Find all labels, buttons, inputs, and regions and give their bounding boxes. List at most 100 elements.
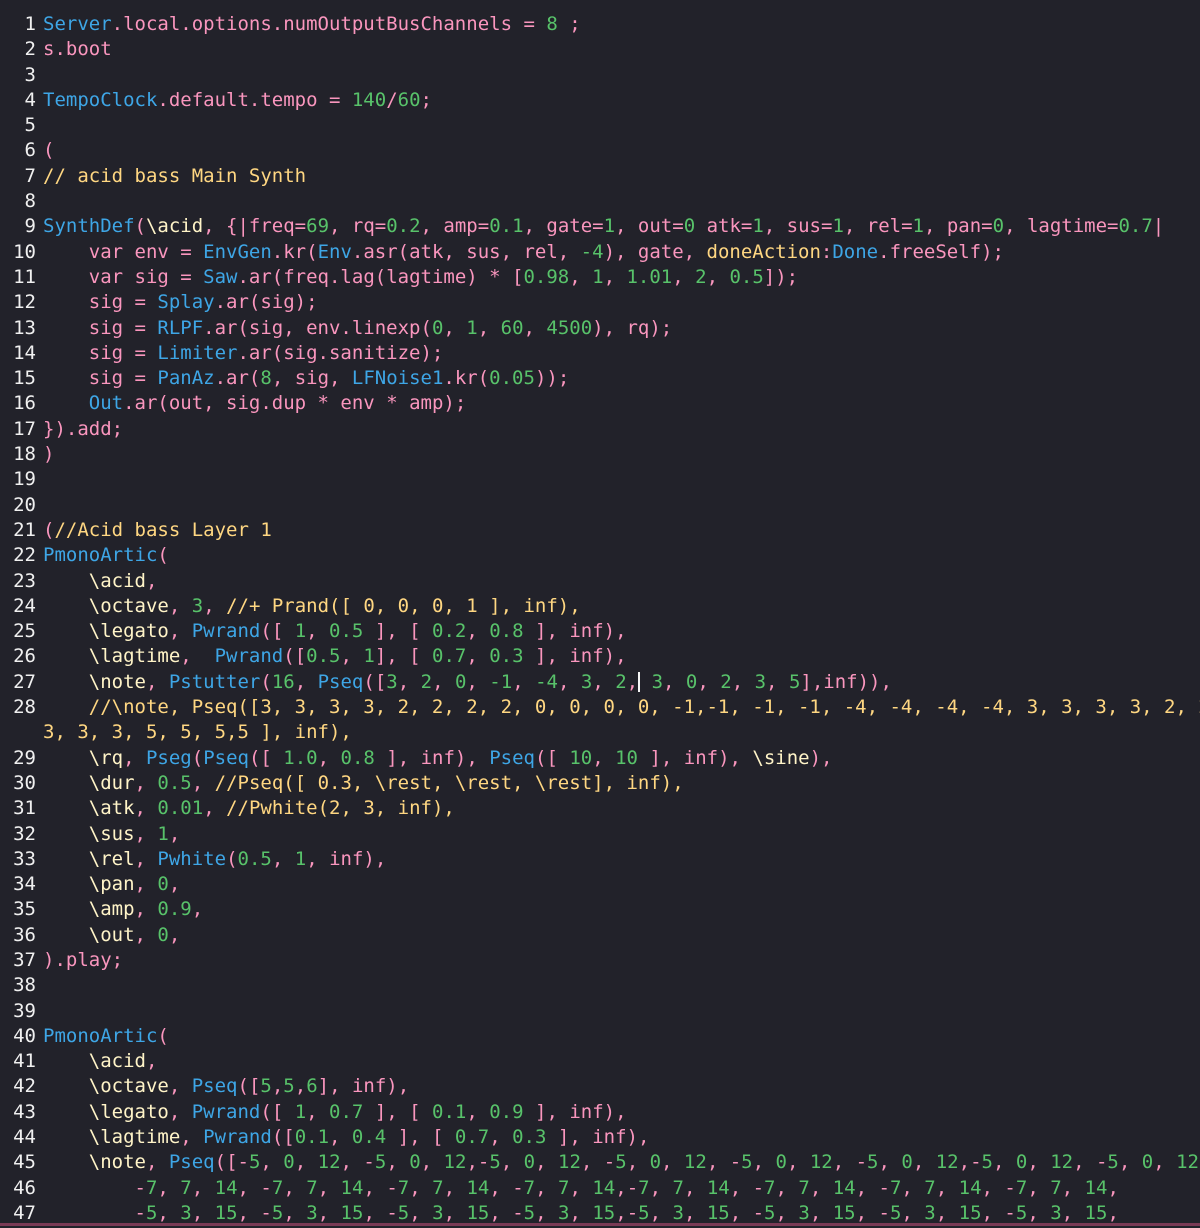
- code-token: ,: [306, 1100, 330, 1123]
- code-line[interactable]: 44 \lagtime, Pwrand([0.1, 0.4 ], [ 0.7, …: [0, 1125, 1200, 1150]
- code-token: ,: [661, 1151, 684, 1174]
- code-token: 3: [754, 670, 767, 693]
- code-area[interactable]: 1 Server.local.options.numOutputBusChanne…: [0, 12, 1200, 1226]
- code-line[interactable]: 25 \legato, Pwrand([ 1, 0.5 ], [ 0.2, 0.…: [0, 619, 1200, 644]
- code-line[interactable]: 14 sig = Limiter.ar(sig.sanitize);: [0, 341, 1200, 366]
- code-token: ,: [134, 847, 158, 870]
- code-line[interactable]: 5: [0, 113, 1200, 138]
- code-line[interactable]: 10 var env = EnvGen.kr(Env.asr(atk, sus,…: [0, 240, 1200, 265]
- line-number: 34: [13, 873, 36, 896]
- code-token: Server: [43, 13, 112, 35]
- code-line[interactable]: 6(: [0, 138, 1200, 163]
- code-token: ], [: [363, 620, 433, 643]
- code-line[interactable]: 3: [0, 63, 1200, 88]
- code-token: 1: [157, 822, 169, 845]
- code-line[interactable]: 34 \pan, 0,: [0, 872, 1200, 897]
- code-line[interactable]: 9 SynthDef(\acid, {|freq=69, rq=0.2, amp=…: [0, 214, 1200, 239]
- code-line[interactable]: 22 PmonoArtic(: [0, 543, 1200, 568]
- code-line[interactable]: 11 var sig = Saw.ar(freq.lag(lagtime) * …: [0, 265, 1200, 290]
- line-source: 3, 3, 3, 5, 5, 5,5 ], inf),: [36, 720, 1200, 745]
- code-token: //Acid bass Layer 1: [54, 518, 272, 541]
- code-token: 0.8: [489, 620, 524, 643]
- code-editor[interactable]: 1 Server.local.options.numOutputBusChanne…: [0, 0, 1200, 1228]
- code-token: 7: [271, 1176, 284, 1199]
- code-token: 5: [615, 1151, 627, 1174]
- code-token: Pwrand: [203, 1126, 272, 1149]
- code-line[interactable]: 26 \lagtime, Pwrand([0.5, 1], [ 0.7, 0.3…: [0, 644, 1200, 669]
- line-number: 5: [24, 114, 36, 137]
- code-token: 3: [672, 1201, 684, 1224]
- code-token: ,: [569, 1176, 593, 1199]
- code-line[interactable]: 40 PmonoArtic(: [0, 1024, 1200, 1049]
- code-line[interactable]: 16 Out.ar(out, sig.dup * env * amp);: [0, 391, 1200, 416]
- horizontal-scrollbar[interactable]: [0, 1223, 1200, 1226]
- line-source: Server.local.options.numOutputBusChannel…: [36, 12, 1200, 37]
- line-number: 16: [13, 392, 36, 415]
- line-number: 41: [13, 1050, 36, 1073]
- line-source: \amp, 0.9,: [36, 897, 1200, 922]
- code-line[interactable]: 12 sig = Splay.ar(sig);: [0, 290, 1200, 315]
- code-token: , -: [363, 1201, 398, 1224]
- code-token: TempoClock: [43, 88, 158, 111]
- code-token: ,: [271, 1075, 284, 1098]
- code-line[interactable]: 33 \rel, Pwhite(0.5, 1, inf),: [0, 847, 1200, 872]
- code-token: ,: [329, 1126, 352, 1149]
- code-token: 0.9: [157, 898, 192, 921]
- code-token: 15: [214, 1201, 238, 1224]
- code-line[interactable]: 45 \note, Pseq([-5, 0, 12, -5, 0, 12,-5,…: [0, 1150, 1200, 1175]
- code-line[interactable]: 39: [0, 999, 1200, 1024]
- code-line[interactable]: 31 \atk, 0.01, //Pwhite(2, 3, inf),: [0, 796, 1200, 821]
- code-token: , gate=: [523, 215, 604, 238]
- code-line[interactable]: 37).play;: [0, 948, 1200, 973]
- code-line[interactable]: 32 \sus, 1,: [0, 822, 1200, 847]
- code-line[interactable]: 1 Server.local.options.numOutputBusChanne…: [0, 12, 1200, 37]
- code-line[interactable]: 27 \note, Pstutter(16, Pseq([3, 2, 0, -1…: [0, 670, 1200, 695]
- code-line[interactable]: 46 -7, 7, 14, -7, 7, 14, -7, 7, 14, -7, …: [0, 1176, 1200, 1201]
- code-token: ,: [466, 1100, 490, 1123]
- code-line[interactable]: 18): [0, 442, 1200, 467]
- code-line[interactable]: 35 \amp, 0.9,: [0, 897, 1200, 922]
- code-line[interactable]: 38: [0, 973, 1200, 998]
- code-line[interactable]: 42 \octave, Pseq([5,5,6], inf),: [0, 1074, 1200, 1099]
- line-source: (//Acid bass Layer 1: [36, 518, 1200, 543]
- code-line[interactable]: 29 \rq, Pseg(Pseq([ 1.0, 0.8 ], inf), Ps…: [0, 746, 1200, 771]
- code-line[interactable]: 43 \legato, Pwrand([ 1, 0.7 ], [ 0.1, 0.…: [0, 1100, 1200, 1125]
- code-token: ,: [134, 923, 158, 946]
- code-line[interactable]: 4 TempoClock.default.tempo = 140/60;: [0, 88, 1200, 113]
- code-line[interactable]: 41 \acid,: [0, 1049, 1200, 1074]
- code-token: , out=: [615, 215, 684, 238]
- code-token: LFNoise1: [351, 367, 444, 390]
- code-token: Pstutter: [168, 670, 261, 693]
- code-token: 12: [1176, 1151, 1199, 1174]
- line-number: 33: [13, 847, 36, 870]
- code-line[interactable]: 24 \octave, 3, //+ Prand([ 0, 0, 0, 1 ],…: [0, 594, 1200, 619]
- code-token: ;: [557, 13, 581, 35]
- code-line[interactable]: 8: [0, 189, 1200, 214]
- code-line[interactable]: 15 sig = PanAz.ar(8, sig, LFNoise1.kr(0.…: [0, 366, 1200, 391]
- code-token: 15: [466, 1201, 490, 1224]
- code-line[interactable]: 7 // acid bass Main Synth: [0, 164, 1200, 189]
- code-token: ,: [649, 1176, 673, 1199]
- code-line[interactable]: 23 \acid,: [0, 569, 1200, 594]
- code-token: 3: [924, 1201, 936, 1224]
- code-line[interactable]: 19: [0, 467, 1200, 492]
- code-token: 0.7: [329, 1100, 364, 1123]
- code-line[interactable]: 2 s.boot: [0, 37, 1200, 62]
- code-line[interactable]: 3, 3, 3, 5, 5, 5,5 ], inf),: [0, 720, 1200, 745]
- code-token: .ar(sig);: [214, 291, 318, 314]
- code-line[interactable]: 28 //\note, Pseq([3, 3, 3, 3, 2, 2, 2, 2…: [0, 695, 1200, 720]
- code-line[interactable]: 36 \out, 0,: [0, 923, 1200, 948]
- code-token: 14: [214, 1176, 238, 1199]
- code-line[interactable]: 13 sig = RLPF.ar(sig, env.linexp(0, 1, 6…: [0, 316, 1200, 341]
- code-line[interactable]: 17}).add;: [0, 417, 1200, 442]
- code-line[interactable]: 21 (//Acid bass Layer 1: [0, 518, 1200, 543]
- code-line[interactable]: 20: [0, 493, 1200, 518]
- code-token: // acid bass Main Synth: [43, 164, 307, 187]
- code-token: ,: [145, 670, 169, 693]
- code-line[interactable]: 30 \dur, 0.5, //Pseq([ 0.3, \rest, \rest…: [0, 771, 1200, 796]
- code-token: ,: [489, 1126, 513, 1149]
